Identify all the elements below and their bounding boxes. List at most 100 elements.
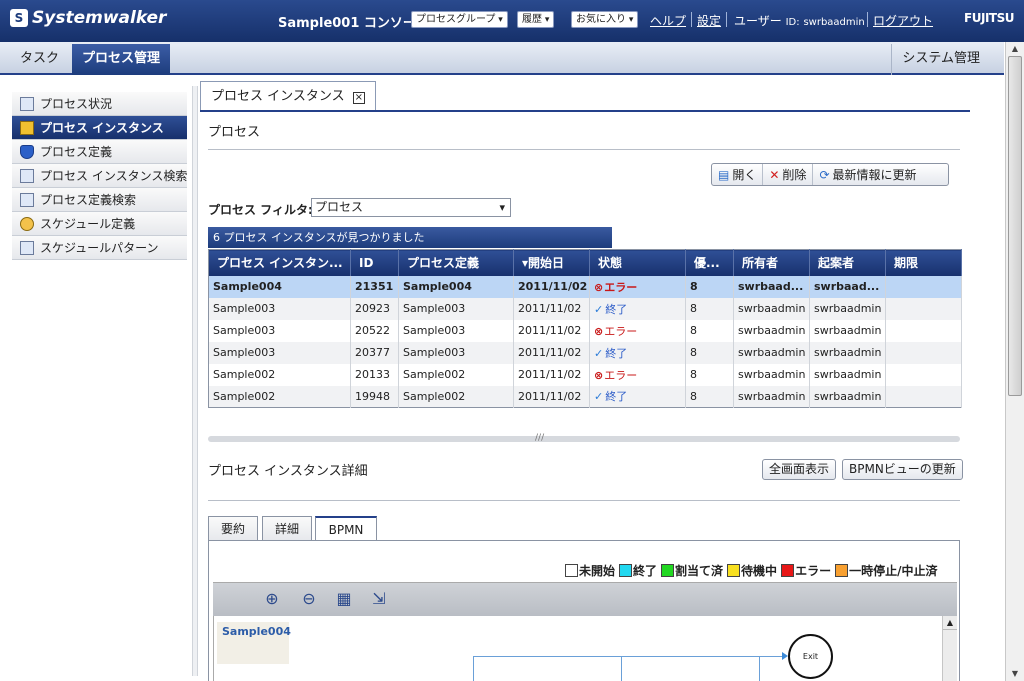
cell-id: 20923	[350, 297, 399, 320]
page-scrollbar[interactable]: ▲ ▼	[1005, 42, 1024, 681]
history-menu[interactable]: 履歴	[517, 11, 555, 28]
sidebar-splitter[interactable]	[192, 86, 198, 676]
delete-button[interactable]: ✕ 削除	[763, 164, 814, 185]
refresh-label: 最新情報に更新	[832, 168, 917, 182]
fit-page-icon[interactable]: ▦	[333, 588, 355, 610]
tab-bpmn[interactable]: BPMN	[315, 516, 377, 542]
cell-owner: swrbaadmin	[733, 319, 810, 342]
sidebar-item-schedule-definition[interactable]: スケジュール定義	[12, 212, 187, 236]
sidebar: プロセス状況 プロセス インスタンス プロセス定義 プロセス インスタンス検索 …	[12, 92, 187, 260]
status-error: エラー	[594, 325, 637, 338]
col-header-status[interactable]: 状態	[589, 249, 686, 276]
cell-initiator: swrbaadmin	[809, 297, 886, 320]
tab-summary[interactable]: 要約	[208, 516, 258, 541]
sidebar-item-process-definition[interactable]: プロセス定義	[12, 140, 187, 164]
result-count: 6 プロセス インスタンスが見つかりました	[208, 227, 612, 248]
canvas-scrollbar[interactable]: ▲	[942, 616, 957, 681]
sidebar-item-process-status[interactable]: プロセス状況	[12, 92, 187, 116]
tab-process-management[interactable]: プロセス管理	[72, 44, 171, 75]
cell-owner: swrbaadmin	[733, 385, 810, 408]
table-row[interactable]: Sample002 19948 Sample002 2011/11/02 終了 …	[208, 385, 962, 408]
scroll-down-icon[interactable]: ▼	[1006, 667, 1024, 681]
fullscreen-button[interactable]: 全画面表示	[762, 459, 837, 480]
cell-initiator: swrbaadmin	[809, 341, 886, 364]
settings-link[interactable]: 設定	[697, 12, 721, 29]
instance-search-icon	[20, 168, 34, 183]
refresh-button[interactable]: ⟳ 最新情報に更新	[813, 164, 922, 185]
table-row[interactable]: Sample003 20377 Sample003 2011/11/02 終了 …	[208, 341, 962, 364]
legend-item: 未開始	[565, 562, 615, 579]
col-header-initiator[interactable]: 起案者	[809, 249, 886, 276]
cell-status: エラー	[589, 319, 686, 342]
legend-swatch	[727, 564, 741, 577]
col-header-label: 開始日	[528, 256, 565, 271]
table-row[interactable]: Sample003 20522 Sample003 2011/11/02 エラー…	[208, 319, 962, 342]
col-header-owner[interactable]: 所有者	[733, 249, 810, 276]
zoom-out-icon[interactable]: ⊖	[298, 588, 320, 610]
pane-splitter[interactable]: ///	[208, 433, 960, 443]
flow-line	[621, 656, 761, 681]
exit-node[interactable]: Exit	[788, 634, 833, 679]
col-header-priority[interactable]: 優...	[685, 249, 734, 276]
cell-status: 終了	[589, 385, 686, 408]
fujitsu-logo: FUJITSU	[964, 11, 1014, 25]
status-complete: 終了	[594, 390, 627, 403]
cell-start-date: 2011/11/02	[513, 363, 590, 386]
filter-label: プロセス フィルタ:	[208, 203, 313, 217]
logout-link[interactable]: ログアウト	[873, 12, 933, 29]
cell-owner: swrbaadmin	[733, 297, 810, 320]
sidebar-item-label: プロセス定義	[40, 145, 113, 159]
cell-priority: 8	[685, 275, 734, 298]
table-row[interactable]: Sample002 20133 Sample002 2011/11/02 エラー…	[208, 363, 962, 386]
close-icon[interactable]: ×	[352, 92, 365, 104]
refresh-icon: ⟳	[819, 167, 830, 182]
col-header-start-date[interactable]: ▾開始日	[513, 249, 590, 276]
cell-status: 終了	[589, 341, 686, 364]
help-link[interactable]: ヘルプ	[650, 12, 686, 29]
scroll-up-icon[interactable]: ▲	[943, 616, 957, 630]
instance-toolbar: ▤ 開く ✕ 削除 ⟳ 最新情報に更新	[711, 163, 949, 186]
export-icon[interactable]: ⇲	[368, 588, 390, 610]
cell-owner: swrbaadmin	[733, 341, 810, 364]
sidebar-item-label: スケジュール定義	[40, 217, 136, 231]
process-status-icon	[20, 96, 34, 111]
cell-initiator: swrbaadmin	[809, 319, 886, 342]
legend-label: エラー	[795, 564, 832, 578]
sidebar-item-label: プロセス定義検索	[40, 193, 137, 207]
process-filter-select[interactable]: プロセス	[311, 198, 511, 217]
cell-priority: 8	[685, 297, 734, 320]
tab-process-instance[interactable]: プロセス インスタンス ×	[200, 81, 376, 111]
table-row[interactable]: Sample003 20923 Sample003 2011/11/02 終了 …	[208, 297, 962, 320]
sidebar-item-label: スケジュールパターン	[40, 241, 159, 255]
sidebar-item-process-instance[interactable]: プロセス インスタンス	[12, 116, 187, 140]
zoom-in-icon[interactable]: ⊕	[261, 588, 283, 610]
col-header-due[interactable]: 期限	[885, 249, 962, 276]
legend-item: エラー	[781, 562, 831, 579]
col-header-instance[interactable]: プロセス インスタン...	[208, 249, 351, 276]
col-header-id[interactable]: ID	[350, 249, 399, 276]
cell-instance: Sample003	[208, 341, 351, 364]
scroll-thumb[interactable]	[1008, 56, 1022, 396]
sidebar-item-schedule-pattern[interactable]: スケジュールパターン	[12, 236, 187, 260]
sidebar-item-instance-search[interactable]: プロセス インスタンス検索	[12, 164, 187, 188]
favorites-menu[interactable]: お気に入り	[571, 11, 639, 28]
process-group-menu[interactable]: プロセスグループ	[411, 11, 508, 28]
legend-swatch	[781, 564, 795, 577]
table-header-row: プロセス インスタン... ID プロセス定義 ▾開始日 状態 優... 所有者…	[208, 249, 962, 276]
sidebar-item-definition-search[interactable]: プロセス定義検索	[12, 188, 187, 212]
legend-item: 割当て済	[661, 562, 723, 579]
tab-detail[interactable]: 詳細	[262, 516, 312, 541]
tab-task[interactable]: タスク	[10, 44, 69, 75]
user-info: ユーザー ID: swrbaadmin	[734, 12, 865, 29]
tab-system-management[interactable]: システム管理	[891, 44, 990, 75]
scroll-up-icon[interactable]: ▲	[1006, 42, 1024, 56]
legend-label: 終了	[633, 564, 658, 578]
table-row[interactable]: Sample004 21351 Sample004 2011/11/02 エラー…	[208, 275, 962, 298]
cell-start-date: 2011/11/02	[513, 275, 590, 298]
legend-swatch	[619, 564, 633, 577]
status-legend: 未開始 終了 割当て済 待機中 エラー 一時停止/中止済	[565, 562, 937, 579]
col-header-definition[interactable]: プロセス定義	[398, 249, 514, 276]
open-button[interactable]: ▤ 開く	[712, 164, 764, 185]
cell-due	[885, 297, 962, 320]
refresh-bpmn-button[interactable]: BPMNビューの更新	[842, 459, 963, 480]
